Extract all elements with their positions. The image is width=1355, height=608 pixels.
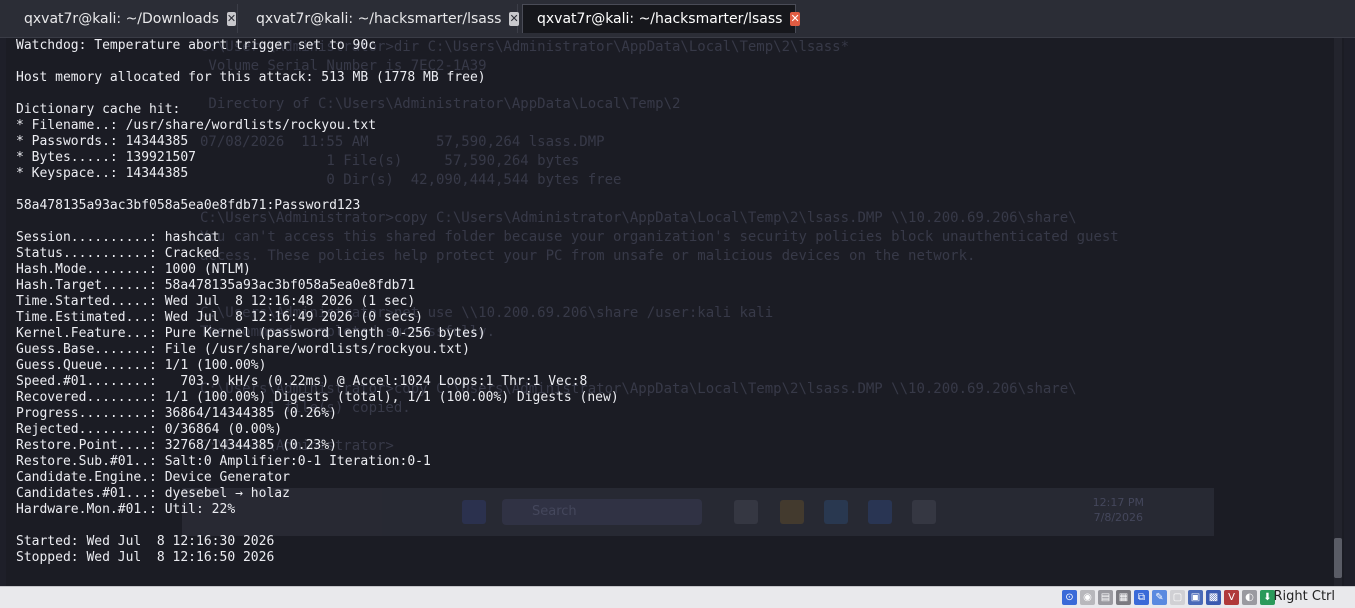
terminal-line: Progress.........: 36864/14344385 (0.26%…: [16, 406, 337, 421]
tab-lsass-active[interactable]: qxvat7r@kali: ~/hacksmarter/lsass ✕: [522, 4, 800, 33]
terminal-line: Host memory allocated for this attack: 5…: [16, 70, 486, 85]
terminal-line: Candidate.Engine.: Device Generator: [16, 470, 290, 485]
mouse-integration-icon[interactable]: ◐: [1242, 590, 1257, 605]
tab-label: qxvat7r@kali: ~/hacksmarter/lsass: [256, 10, 502, 27]
terminal-line: Hardware.Mon.#01.: Util: 22%: [16, 502, 236, 517]
optical-drive-icon[interactable]: ◉: [1080, 590, 1095, 605]
vm-status-bar: ⊙ ◉ ▤ ▦ ⧉ ✎ ▢ ▣ ▩ V ◐ ⬇ Right Ctrl: [0, 586, 1355, 608]
display-icon[interactable]: ▢: [1170, 590, 1185, 605]
terminal-pane[interactable]: C:\Users\Administrator>dir C:\Users\Admi…: [6, 38, 1344, 586]
close-icon[interactable]: ✕: [790, 12, 800, 26]
status-icons: ⊙ ◉ ▤ ▦ ⧉ ✎ ▢ ▣ ▩ V ◐ ⬇: [1062, 590, 1275, 605]
terminal-line: * Filename..: /usr/share/wordlists/rocky…: [16, 118, 377, 133]
tab-bar: qxvat7r@kali: ~/Downloads ✕ qxvat7r@kali…: [0, 0, 1355, 38]
terminal-line: Guess.Queue......: 1/1 (100.00%): [16, 358, 267, 373]
close-icon[interactable]: ✕: [509, 11, 519, 26]
recording-icon[interactable]: ▣: [1188, 590, 1203, 605]
audio-icon[interactable]: ▤: [1098, 590, 1113, 605]
close-icon[interactable]: ✕: [226, 11, 237, 26]
terminal-line: Stopped: Wed Jul 8 12:16:50 2026: [16, 550, 275, 565]
terminal-line: Started: Wed Jul 8 12:16:30 2026: [16, 534, 275, 549]
scrollbar-thumb[interactable]: [1334, 538, 1342, 578]
terminal-line: Candidates.#01...: dyesebel → holaz: [16, 486, 290, 501]
hdd-icon[interactable]: ⊙: [1062, 590, 1077, 605]
terminal-line: Speed.#01........: 703.9 kH/s (0.22ms) @…: [16, 374, 588, 389]
terminal-line: Dictionary cache hit:: [16, 102, 181, 117]
terminal-line: * Keyspace..: 14344385: [16, 166, 189, 181]
terminal-line: Restore.Point....: 32768/14344385 (0.23%…: [16, 438, 337, 453]
terminal-line: Status...........: Cracked: [16, 246, 220, 261]
tab-downloads[interactable]: qxvat7r@kali: ~/Downloads ✕: [10, 4, 238, 33]
tab-label: qxvat7r@kali: ~/Downloads: [24, 10, 219, 27]
network-icon[interactable]: ▦: [1116, 590, 1131, 605]
terminal-line: Hash.Mode........: 1000 (NTLM): [16, 262, 251, 277]
terminal-line: Kernel.Feature...: Pure Kernel (password…: [16, 326, 486, 341]
terminal-line: Time.Estimated...: Wed Jul 8 12:16:49 20…: [16, 310, 423, 325]
terminal-line: Recovered........: 1/1 (100.00%) Digests…: [16, 390, 619, 405]
terminal-line: Time.Started.....: Wed Jul 8 12:16:48 20…: [16, 294, 416, 309]
terminal-line: * Bytes.....: 139921507: [16, 150, 197, 165]
terminal-line: Watchdog: Temperature abort trigger set …: [16, 38, 377, 53]
tab-lsass-1[interactable]: qxvat7r@kali: ~/hacksmarter/lsass ✕: [242, 4, 519, 33]
terminal-line: Hash.Target......: 58a478135a93ac3bf058a…: [16, 278, 416, 293]
shared-folder-icon[interactable]: ✎: [1152, 590, 1167, 605]
terminal-line: 58a478135a93ac3bf058a5ea0e8fdb71:Passwor…: [16, 198, 361, 213]
terminal-line: * Passwords.: 14344385: [16, 134, 189, 149]
terminal-scrollbar[interactable]: [1334, 38, 1342, 586]
terminal-line: Restore.Sub.#01..: Salt:0 Amplifier:0-1 …: [16, 454, 431, 469]
screens-icon[interactable]: ▩: [1206, 590, 1221, 605]
terminal-line: Rejected.........: 0/36864 (0.00%): [16, 422, 283, 437]
host-key-label: Right Ctrl: [1273, 589, 1336, 604]
terminal-output: Watchdog: Temperature abort trigger set …: [16, 38, 1316, 566]
vt-x-icon[interactable]: V: [1224, 590, 1239, 605]
terminal-line: Guess.Base.......: File (/usr/share/word…: [16, 342, 470, 357]
usb-icon[interactable]: ⧉: [1134, 590, 1149, 605]
terminal-line: Session..........: hashcat: [16, 230, 220, 245]
tab-label: qxvat7r@kali: ~/hacksmarter/lsass: [537, 11, 783, 27]
